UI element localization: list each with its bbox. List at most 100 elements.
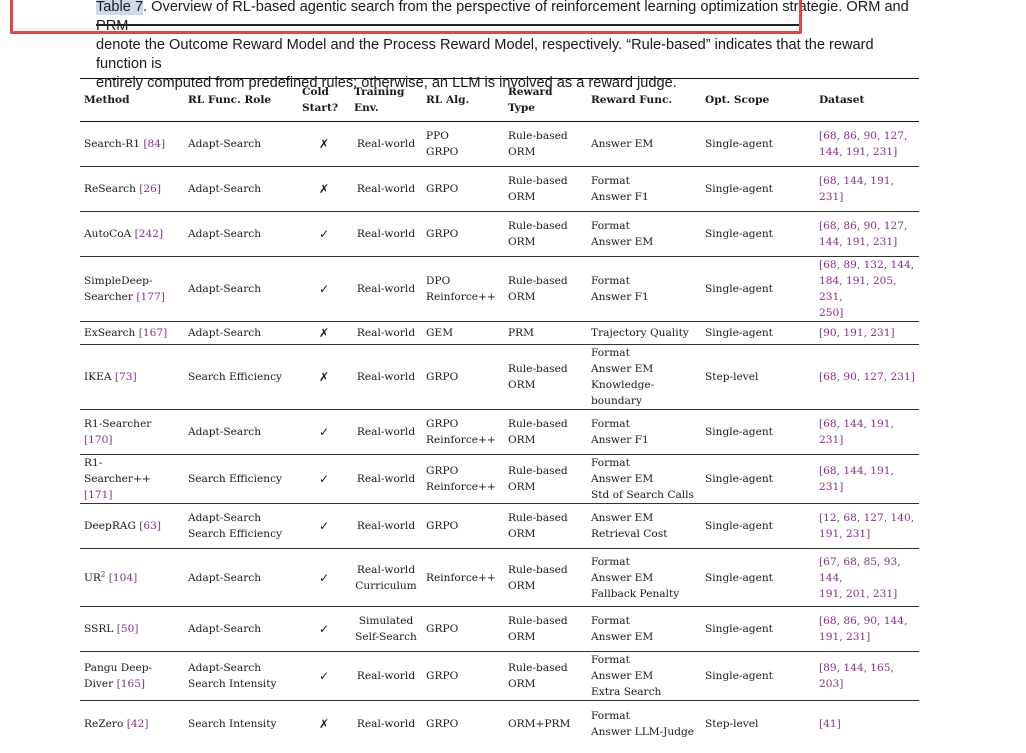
cell-reward-func: Format Answer F1 (587, 166, 701, 212)
cell-cold-start: ✗ (298, 166, 350, 212)
cell-cold-start: ✓ (298, 454, 350, 504)
cell-dataset: [68, 144, 191, 231] (815, 166, 919, 212)
cell-reward-func-line: Format (591, 418, 630, 430)
cell-cold-start: ✓ (298, 503, 350, 549)
cell-training-env-line: Real-world (356, 520, 416, 532)
cell-dataset-line: [68, 86, 90, 144, (819, 615, 908, 627)
cell-reward-type-line: Rule-based (508, 175, 568, 187)
cell-reward-func-line: Format (591, 555, 630, 568)
cell-rl-alg: GRPO Reinforce++ (422, 409, 504, 455)
cell-reward-type-line: ORM (508, 146, 536, 158)
cell-role-line: Adapt-Search (188, 571, 262, 584)
method-name: ReZero [42] (84, 717, 149, 730)
cell-opt-scope: Single-agent (701, 211, 815, 257)
header-reward-func: Reward Func. (587, 78, 701, 122)
cell-reward-type: Rule-based ORM (504, 548, 587, 607)
table-row: Search-R1 [84] Adapt-Search ✗ Real-world PPO… (80, 121, 919, 167)
cell-reward-type-line: ORM (508, 678, 536, 690)
cell-training-env: Real-world (350, 211, 422, 257)
cell-reward-func: Format Answer EM (587, 211, 701, 257)
cell-cold-start: ✗ (298, 321, 350, 345)
cell-reward-func-line: Answer EM (591, 363, 654, 375)
cell-training-env-line: Curriculum (355, 579, 417, 592)
table-row: ReZero [42] Search Intensity ✗ Real-world GR… (80, 701, 919, 747)
table-header-row: Method RL Func. Role Cold Start? Training… (80, 78, 919, 122)
cell-rl-alg-line: Reinforce++ (426, 481, 496, 493)
cell-cold-start: ✓ (298, 606, 350, 652)
cell-training-env-line: Self-Search (355, 631, 417, 643)
cell-reward-type: Rule-based ORM (504, 256, 587, 322)
cell-role: Adapt-Search (184, 166, 298, 212)
table-row: R1-Searcher [170] Adapt-Search ✓ Real-world… (80, 409, 919, 455)
cell-dataset: [12, 68, 127, 140, 191, 231] (815, 503, 919, 549)
cell-cold-start: ✓ (298, 651, 350, 701)
cell-reward-type-line: ORM (508, 191, 536, 203)
method-name: Diver [165] (84, 678, 146, 690)
cell-dataset-line: 191, 201, 231] (819, 587, 898, 600)
cell-reward-type-line: Rule-based (508, 130, 568, 142)
cell-reward-type-line: ORM (508, 434, 536, 446)
table-row: ReSearch [26] Adapt-Search ✗ Real-world GRPO… (80, 166, 919, 212)
cell-reward-type-line: Rule-based (508, 615, 568, 627)
cell-dataset-line: [68, 86, 90, 127, (819, 220, 908, 232)
cell-role: Adapt-Search (184, 409, 298, 455)
citation: [73] (114, 371, 137, 383)
selection-box[interactable] (10, 0, 802, 34)
cell-cold-start: ✓ (298, 409, 350, 455)
cell-role: Adapt-Search Search Intensity (184, 651, 298, 701)
cell-dataset: [68, 144, 191, 231] (815, 409, 919, 455)
cell-method: IKEA [73] (80, 344, 184, 410)
cell-reward-type: Rule-based ORM (504, 166, 587, 212)
cell-dataset-line: [68, 86, 90, 127, (819, 130, 908, 142)
cell-opt-scope: Single-agent (701, 454, 815, 504)
cell-dataset-line: 144, 191, 231] (819, 236, 898, 248)
cell-method: UR2 [104] (80, 548, 184, 607)
cell-reward-func-line: Answer F1 (591, 191, 649, 203)
cell-reward-func-line: Format (591, 654, 630, 666)
cell-method: ReSearch [26] (80, 166, 184, 212)
cell-rl-alg: GRPO (422, 651, 504, 701)
cell-rl-alg-line: GRPO (426, 371, 459, 383)
cell-reward-func: Answer EM (587, 121, 701, 167)
cell-reward-type: Rule-based ORM (504, 211, 587, 257)
cell-method: SSRL [50] (80, 606, 184, 652)
cell-rl-alg-line: GRPO (426, 183, 459, 195)
cell-dataset: [68, 86, 90, 144, 191, 231] (815, 606, 919, 652)
method-name: ReSearch [26] (84, 183, 162, 195)
cell-opt-scope: Step-level (701, 344, 815, 410)
cell-role-line: Adapt-Search (188, 512, 262, 524)
cell-reward-func: Format Answer EM (587, 606, 701, 652)
caption-line-2: denote the Outcome Reward Model and the … (96, 36, 926, 74)
cell-training-env-line: Real-world (356, 426, 416, 438)
cell-dataset: [90, 191, 231] (815, 321, 919, 345)
cell-reward-type-line: ORM (508, 291, 536, 303)
cell-method: AutoCoA [242] (80, 211, 184, 257)
cell-dataset-line: [68, 144, 191, 231] (819, 465, 894, 493)
cell-rl-alg: GRPO (422, 211, 504, 257)
citation: [165] (116, 678, 146, 690)
cell-dataset-line: 191, 231] (819, 631, 871, 643)
table-row: IKEA [73] Search Efficiency ✗ Real-world GRP… (80, 344, 919, 410)
cell-reward-type: Rule-based ORM (504, 409, 587, 455)
cell-role: Adapt-Search Search Efficiency (184, 503, 298, 549)
cell-role-line: Search Intensity (188, 717, 277, 730)
method-name: UR2 [104] (84, 569, 138, 584)
cell-dataset-line: 250] (819, 307, 844, 319)
cell-dataset: [68, 144, 191, 231] (815, 454, 919, 504)
cell-cold-start: ✓ (298, 548, 350, 607)
cell-opt-scope: Single-agent (701, 121, 815, 167)
cell-reward-func-line: Extra Search (591, 686, 662, 698)
cell-method: Pangu Deep- Diver [165] (80, 651, 184, 701)
cell-reward-func-line: Answer EM (591, 236, 654, 248)
cell-reward-type-line: ORM (508, 379, 536, 391)
cell-opt-scope: Single-agent (701, 503, 815, 549)
cell-method: SimpleDeep- Searcher [177] (80, 256, 184, 322)
cell-training-env: Real-world Curriculum (350, 548, 422, 607)
cell-dataset-line: [41] (819, 717, 841, 730)
cell-training-env: Real-world (350, 344, 422, 410)
header-training-env: Training Env. (350, 78, 422, 122)
cell-training-env-line: Real-world (356, 183, 416, 195)
cell-reward-func-line: Format (591, 709, 630, 722)
cell-training-env: Real-world (350, 651, 422, 701)
cell-rl-alg-line: GRPO (426, 670, 459, 682)
